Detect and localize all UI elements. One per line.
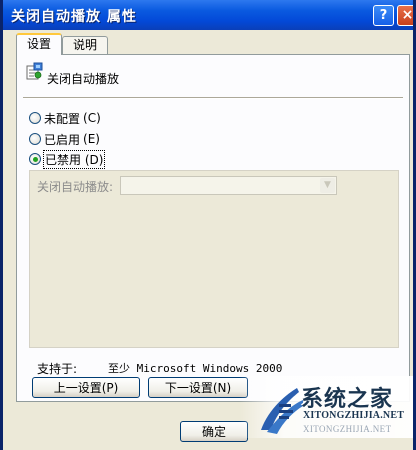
radio-label: 已启用: [44, 132, 81, 147]
previous-setting-button[interactable]: 上一设置(P): [32, 377, 140, 398]
radio-disabled[interactable]: 已禁用 (D): [29, 149, 106, 169]
watermark-url: XITONGZHIJIA.NET: [303, 410, 405, 421]
policy-name: 关闭自动播放: [47, 72, 120, 86]
close-button[interactable]: ×: [397, 5, 413, 26]
window-title: 关闭自动播放 属性: [11, 9, 137, 25]
help-button[interactable]: ?: [373, 5, 394, 26]
title-bar[interactable]: 关闭自动播放 属性 ? ×: [3, 0, 413, 30]
ok-button[interactable]: 确定: [180, 421, 248, 442]
properties-dialog: 关闭自动播放 属性 ? × 设置 说明 关闭自动播放 未配置 (C) 已启用 (…: [0, 0, 416, 450]
autoplay-combo[interactable]: ▼: [120, 176, 337, 195]
radio-label: 未配置: [44, 111, 81, 126]
tab-explain[interactable]: 说明: [62, 36, 108, 54]
tab-settings[interactable]: 设置: [16, 33, 62, 55]
radio-button-icon[interactable]: [29, 112, 41, 124]
support-label: 支持于:: [37, 362, 78, 376]
radio-hotkey: (E): [83, 132, 100, 146]
divider-top: [23, 97, 403, 99]
radio-label: 已禁用: [45, 152, 82, 167]
radio-enabled[interactable]: 已启用 (E): [29, 131, 100, 147]
option-label: 关闭自动播放:: [37, 180, 114, 194]
options-box: [29, 170, 399, 348]
radio-not-configured[interactable]: 未配置 (C): [29, 110, 101, 126]
radio-selected-icon[interactable]: [29, 153, 41, 165]
radio-focus-group: 已禁用 (D): [42, 149, 106, 169]
support-value: 至少 Microsoft Windows 2000: [108, 362, 283, 375]
radio-hotkey: (D): [84, 152, 104, 167]
chevron-down-icon[interactable]: ▼: [320, 178, 335, 193]
radio-hotkey: (C): [83, 111, 101, 125]
radio-button-icon[interactable]: [29, 133, 41, 145]
watermark-url-faded: XITONGZHIJIA.NET: [303, 424, 392, 434]
next-setting-button[interactable]: 下一设置(N): [148, 377, 248, 398]
policy-setting-icon: [24, 62, 44, 82]
watermark-logo-text: 系统之家: [301, 387, 394, 412]
